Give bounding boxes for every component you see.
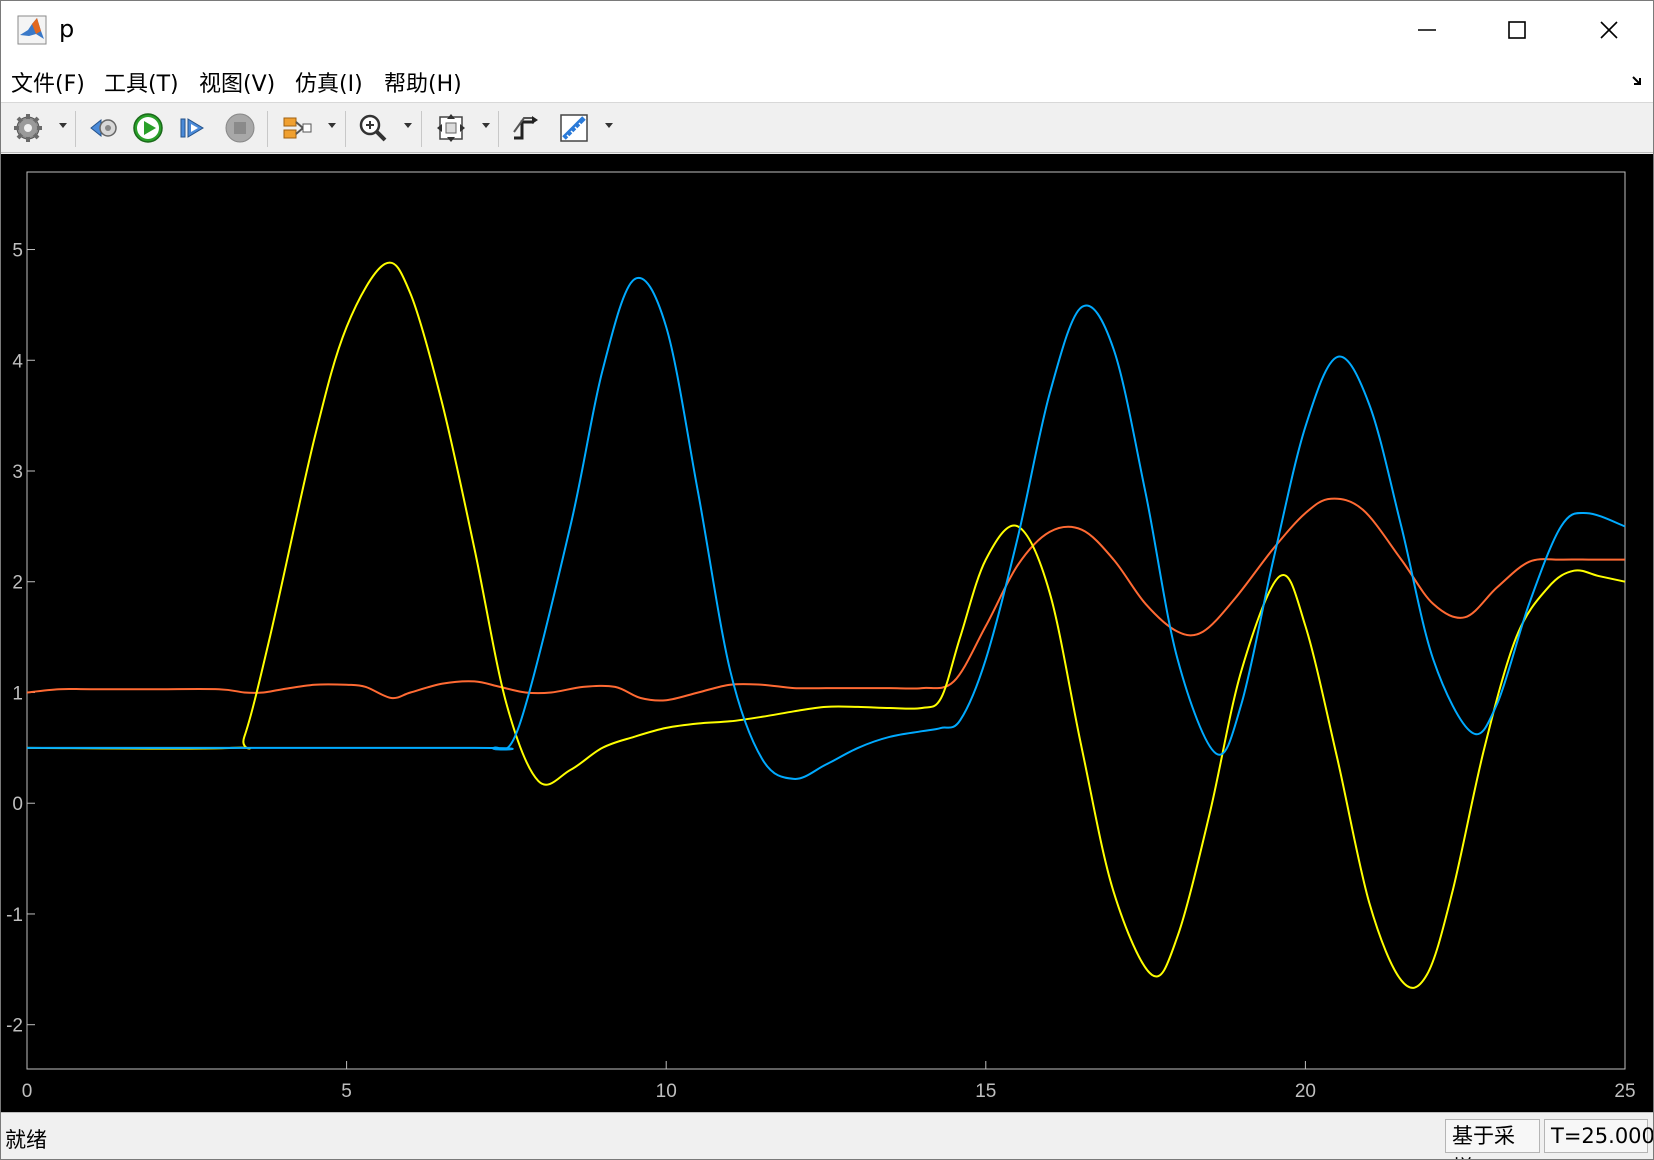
configuration-button[interactable]	[11, 112, 45, 144]
y-tick-label: 1	[12, 683, 23, 704]
zoom-button[interactable]	[356, 112, 390, 144]
triggers-icon	[513, 116, 538, 140]
maximize-icon	[1508, 21, 1526, 39]
toolbar-separator	[345, 111, 346, 147]
y-tick-label: 2	[12, 573, 23, 594]
y-tick-label: -2	[6, 1016, 23, 1037]
signal-selector-button[interactable]	[280, 112, 314, 144]
close-icon	[1600, 21, 1618, 39]
measurements-button[interactable]	[557, 112, 591, 144]
close-button[interactable]	[1563, 1, 1653, 59]
x-tick-label: 15	[975, 1081, 996, 1102]
zoom-icon	[359, 114, 387, 142]
menu-help[interactable]: 帮助(H)	[382, 66, 464, 98]
autoscale-button[interactable]	[434, 112, 468, 144]
x-tick-label: 20	[1295, 1081, 1316, 1102]
title-bar: p	[1, 1, 1653, 59]
y-tick-label: 5	[12, 241, 23, 262]
toolbar-separator	[267, 111, 268, 147]
minimize-icon	[1418, 29, 1436, 31]
measurements-dropdown-icon[interactable]	[604, 120, 614, 130]
menu-view[interactable]: 视图(V)	[197, 66, 277, 98]
sampling-mode-box: 基于采样	[1445, 1119, 1540, 1159]
measurements-icon	[560, 114, 588, 142]
menu-tools[interactable]: 工具(T)	[102, 66, 181, 98]
run-button[interactable]	[131, 112, 165, 144]
toolbar	[1, 103, 1653, 153]
y-tick-label: 3	[12, 462, 23, 483]
stop-icon	[225, 113, 255, 143]
menu-file[interactable]: 文件(F)	[9, 66, 87, 98]
toolbar-separator	[421, 111, 422, 147]
x-tick-label: 25	[1614, 1081, 1635, 1102]
matlab-logo-icon	[17, 15, 47, 45]
y-tick-label: -1	[6, 905, 23, 926]
status-text: 就绪	[5, 1128, 47, 1152]
autoscale-icon	[437, 114, 465, 142]
scope-chart: 0 5 10 15 20 25 -2 -1 0 1 2 3 4 5	[6, 171, 1636, 1102]
simulation-time-box: T=25.000	[1544, 1119, 1653, 1153]
run-icon	[133, 113, 163, 143]
step-back-button[interactable]	[86, 112, 120, 144]
y-tick-label: 4	[12, 351, 23, 372]
status-bar: 就绪 基于采样 T=25.000	[1, 1112, 1653, 1159]
signal-selector-icon	[283, 117, 312, 139]
maximize-button[interactable]	[1471, 1, 1563, 59]
triggers-button[interactable]	[509, 112, 543, 144]
gear-icon	[14, 114, 42, 142]
autoscale-dropdown-icon[interactable]	[481, 120, 491, 130]
window-title: p	[59, 15, 75, 43]
x-tick-label: 0	[22, 1081, 33, 1102]
minimize-button[interactable]	[1381, 1, 1473, 59]
step-back-icon	[90, 118, 117, 138]
step-forward-icon	[180, 118, 204, 138]
signal-dropdown-icon[interactable]	[327, 120, 337, 130]
step-forward-button[interactable]	[176, 112, 210, 144]
toolbar-separator	[498, 111, 499, 147]
scope-display[interactable]: 0 5 10 15 20 25 -2 -1 0 1 2 3 4 5	[1, 154, 1653, 1112]
x-tick-label: 5	[341, 1081, 352, 1102]
stop-button[interactable]	[223, 112, 257, 144]
zoom-dropdown-icon[interactable]	[403, 120, 413, 130]
menu-bar: 文件(F) 工具(T) 视图(V) 仿真(I) 帮助(H)	[1, 59, 1653, 103]
y-tick-label: 0	[12, 794, 23, 815]
toolbar-separator	[75, 111, 76, 147]
menu-simulation[interactable]: 仿真(I)	[293, 66, 365, 98]
scope-window: p 文件(F) 工具(T) 视图(V) 仿真(I) 帮助(H) 0 5 10 1…	[0, 0, 1654, 1160]
plot-frame	[26, 171, 1626, 1070]
x-tick-label: 10	[656, 1081, 677, 1102]
gear-dropdown-icon[interactable]	[58, 120, 68, 130]
dock-arrow-icon[interactable]	[1631, 73, 1647, 89]
